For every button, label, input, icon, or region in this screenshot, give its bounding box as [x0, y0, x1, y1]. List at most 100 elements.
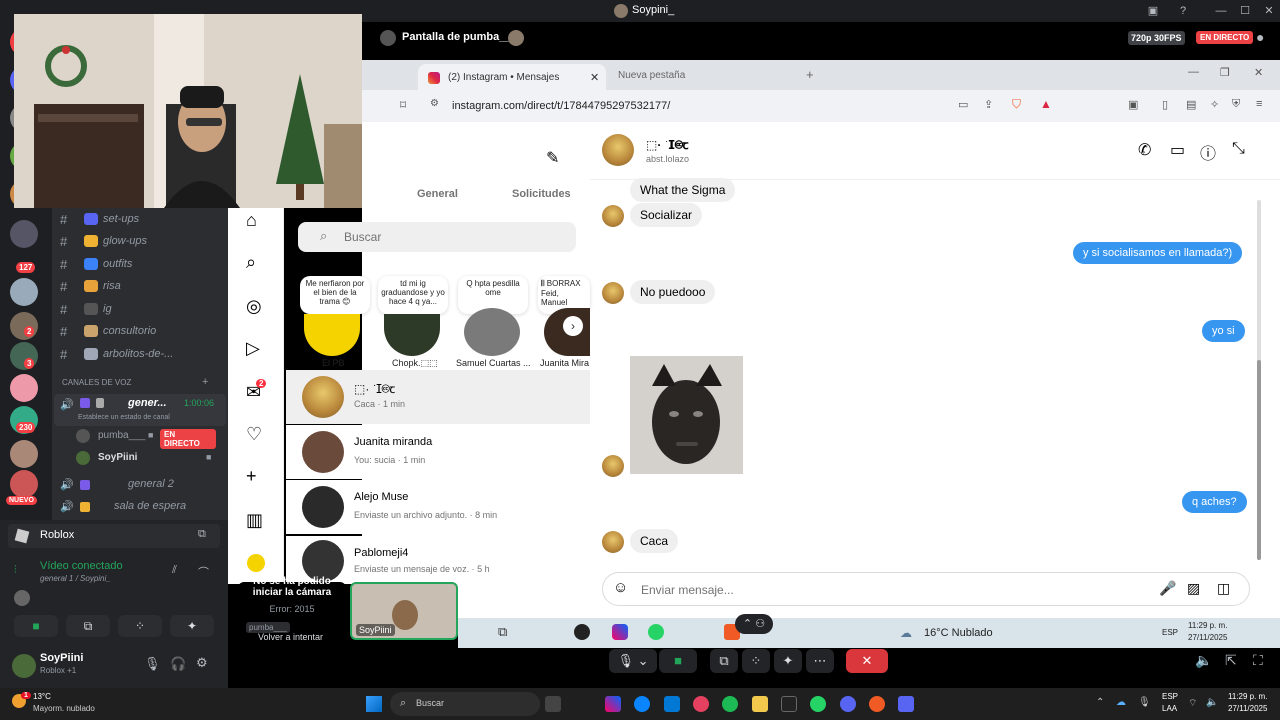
opera-icon[interactable] [693, 696, 709, 712]
avatar[interactable] [304, 314, 360, 356]
taskview-icon[interactable] [545, 696, 561, 712]
voice-channel[interactable]: 🔊 sala de espera [54, 498, 226, 518]
image-upload-icon[interactable]: ▨ [1187, 580, 1200, 597]
tab-new[interactable]: Nueva pestaña [618, 70, 685, 81]
minimize-button[interactable]: — [1209, 2, 1233, 20]
note-bubble[interactable]: td mi ig graduandose y yo hace 4 q ya... [378, 276, 448, 314]
collapse-icon[interactable]: ⤡ [1232, 140, 1245, 158]
message-incoming[interactable]: What the Sigma [630, 178, 736, 202]
server-icon[interactable] [10, 312, 38, 340]
emoji-icon[interactable]: ☺ [613, 579, 628, 596]
voice-channel[interactable]: 🔊 general 2 [54, 476, 226, 496]
start-icon[interactable] [366, 696, 382, 712]
brave-shield-icon[interactable]: ⛉ [1012, 97, 1021, 112]
chevron-up-icon[interactable]: ⌃ [1096, 697, 1104, 708]
conversation-item[interactable]: Juanita miranda You: sucia · 1 min [286, 425, 590, 479]
inbox-icon[interactable]: ▣ [1141, 2, 1165, 20]
bookmark-icon[interactable]: ⌑ [400, 98, 406, 112]
more-options-button[interactable]: ⋯ [806, 649, 834, 673]
language-top[interactable]: ESP [1162, 692, 1178, 701]
disconnect-icon[interactable]: ⌒ [198, 564, 209, 580]
file-explorer-icon[interactable] [752, 696, 768, 712]
message-outgoing[interactable]: y si socialisamos en llamada?) [1073, 242, 1243, 264]
wifi-icon[interactable]: ⌔ [1188, 697, 1197, 710]
explore-icon[interactable]: ◎ [246, 296, 262, 317]
message-incoming[interactable]: Caca [630, 529, 679, 553]
message-composer[interactable]: ☺ Enviar mensaje... 🎤 ▨ ◫ [602, 572, 1250, 606]
menu-icon[interactable]: ≡ [1256, 98, 1262, 110]
wallet-icon[interactable]: ▤ [1186, 98, 1196, 111]
mic-icon[interactable]: 🎙 [144, 656, 161, 672]
search-input[interactable]: Buscar [344, 230, 381, 244]
soundboard-button[interactable]: ✦ [774, 649, 802, 673]
close-tab-icon[interactable]: ✕ [590, 71, 599, 84]
server-icon[interactable] [10, 470, 38, 498]
avatar[interactable] [602, 134, 634, 166]
share-icon[interactable]: ⇪ [984, 98, 993, 111]
search-box[interactable]: ⌕ Buscar [298, 222, 576, 252]
message-incoming[interactable]: No puedooo [630, 280, 716, 304]
discord-icon[interactable] [840, 696, 856, 712]
settings-gear-icon[interactable]: ⚙ [196, 655, 208, 671]
camera-button[interactable]: ■ [14, 615, 58, 637]
soundboard-button[interactable]: ✦ [170, 615, 214, 637]
channel-item[interactable]: # arbolitos-de-... [60, 343, 226, 365]
channel-item[interactable]: # set-ups [60, 208, 226, 230]
message-outgoing[interactable]: yo si [1202, 320, 1245, 342]
insights-icon[interactable]: ▥ [246, 510, 263, 531]
fullscreen-icon[interactable]: ⛶ [1253, 652, 1263, 669]
edge-icon[interactable] [634, 696, 650, 712]
maximize-button[interactable]: ❐ [1220, 66, 1230, 79]
whatsapp-icon[interactable] [810, 696, 826, 712]
headphones-icon[interactable]: 🎧 [170, 656, 186, 672]
channel-item[interactable]: # risa [60, 275, 226, 297]
chevron-up-icon[interactable]: ⌃ ⚇ [735, 614, 773, 634]
conversation-item[interactable]: Alejo Muse Enviaste un archivo adjunto. … [286, 480, 590, 534]
info-icon[interactable]: ⓘ [1200, 140, 1216, 164]
sidebar-icon[interactable]: ▯ [1162, 98, 1168, 111]
cast-icon[interactable]: ▭ [958, 98, 968, 111]
camera-error-tile[interactable]: No se ha podido iniciar la cámara Error:… [238, 576, 346, 642]
server-icon[interactable] [10, 440, 38, 468]
chevron-right-icon[interactable]: › [563, 316, 583, 336]
taskbar-search[interactable]: ⌕ Buscar [390, 692, 540, 716]
self-video-tile[interactable]: SoyPiini [350, 582, 458, 640]
voice-user[interactable]: pumba___ ■ EN DIRECTO [76, 428, 216, 449]
tab-instagram[interactable]: (2) Instagram • Mensajes ✕ [418, 64, 606, 90]
sticker-icon[interactable]: ◫ [1217, 580, 1230, 597]
chat-icon[interactable]: ● [1256, 29, 1264, 45]
close-button[interactable]: ✕ [1254, 66, 1263, 79]
clock-time[interactable]: 11:29 p. m. [1228, 692, 1267, 701]
search-icon[interactable]: ⌕ [246, 252, 256, 273]
search-input[interactable]: Buscar [416, 698, 444, 708]
conversation-item[interactable]: ⬚· ͘ ⵊ🅭ꞇ Caca · 1 min [286, 370, 590, 424]
channel-item[interactable]: # ig [60, 298, 226, 320]
channel-status[interactable]: Establece un estado de canal [78, 414, 170, 421]
channel-item[interactable]: # consultorio [60, 320, 226, 342]
voice-channel-active[interactable]: 🔊 gener... 1:00:06 Establece un estado d… [54, 394, 226, 426]
voice-channels-header[interactable]: CANALES DE VOZ [62, 378, 131, 387]
vpn-icon[interactable]: ⛨ [1232, 98, 1240, 111]
spotify-icon[interactable] [722, 696, 738, 712]
noise-suppression-icon[interactable]: ⫽ [172, 564, 177, 577]
channel-item[interactable]: # glow-ups [60, 230, 226, 252]
screen-share-icon[interactable]: ⧉ [198, 528, 206, 541]
avatar[interactable] [602, 531, 624, 553]
clock-date[interactable]: 27/11/2025 [1228, 704, 1267, 713]
voice-user[interactable]: SoyPiini ■ [76, 450, 226, 468]
popout-icon[interactable]: ⇱ [1225, 652, 1237, 669]
video-call-icon[interactable]: ▭ [1170, 140, 1185, 160]
screen-share-button[interactable]: ⧉ [710, 649, 738, 673]
copilot-icon[interactable] [605, 696, 621, 712]
close-button[interactable]: ✕ [1257, 2, 1280, 20]
epic-games-icon[interactable] [781, 696, 797, 712]
store-icon[interactable] [664, 696, 680, 712]
camera-toggle-button[interactable]: ■ [659, 649, 697, 673]
leo-icon[interactable]: ✧ [1210, 98, 1219, 111]
phone-icon[interactable]: ✆ [1138, 140, 1151, 160]
channel-item[interactable]: # outfits [60, 253, 226, 275]
compose-icon[interactable]: ✎ [546, 148, 559, 168]
message-image[interactable] [630, 356, 743, 474]
new-tab-button[interactable]: + [806, 67, 814, 82]
server-icon[interactable] [10, 374, 38, 402]
